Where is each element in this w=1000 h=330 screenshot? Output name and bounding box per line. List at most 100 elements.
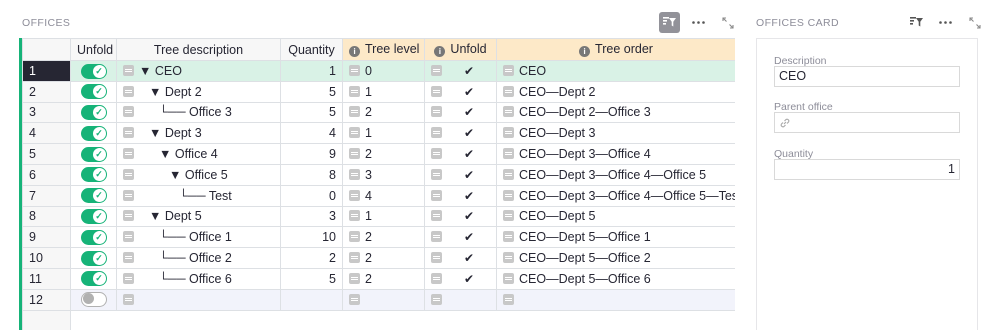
tree-order-cell[interactable]: CEO—Dept 3—Office 4—Office 5 <box>496 163 735 186</box>
unfold-toggle[interactable] <box>80 292 107 308</box>
unfold-toggle[interactable]: ✓ <box>80 105 107 121</box>
tree-description-cell[interactable]: └── Office 3 <box>116 101 281 124</box>
tree-level-cell[interactable]: 3 <box>342 163 425 186</box>
tree-level-cell[interactable]: 2 <box>342 101 425 124</box>
unfold-toggle-cell[interactable]: ✓ <box>70 267 117 290</box>
expand-button[interactable] <box>717 12 738 33</box>
row-number[interactable]: 9 <box>22 226 71 249</box>
quantity-cell[interactable]: 5 <box>280 80 343 103</box>
unfold-toggle[interactable]: ✓ <box>80 271 107 287</box>
table-row[interactable]: 4 ✓ ▼ Dept 3 4 1 ✔ CEO—Dept 3 <box>22 122 735 145</box>
tree-description-cell[interactable]: ▼ Dept 2 <box>116 80 281 103</box>
quantity-cell[interactable]: 3 <box>280 205 343 228</box>
column-header-tree-level[interactable]: i Tree level <box>342 38 425 61</box>
tree-level-cell[interactable]: 2 <box>342 143 425 165</box>
unfold-toggle-cell[interactable]: ✓ <box>70 122 117 145</box>
unfold-toggle[interactable]: ✓ <box>80 209 107 225</box>
tree-description-cell[interactable]: └── Office 6 <box>116 267 281 290</box>
tree-description-cell[interactable]: ▼ Dept 3 <box>116 122 281 145</box>
tree-order-cell[interactable]: CEO—Dept 2—Office 3 <box>496 101 735 124</box>
tree-level-cell[interactable]: 0 <box>342 60 425 82</box>
sort-filter-button[interactable] <box>659 12 680 33</box>
table-row[interactable]: 6 ✓ ▼ Office 5 8 3 ✔ CEO—Dept 3—Office 4—Offic… <box>22 163 735 186</box>
tree-order-cell[interactable]: CEO—Dept 5—Office 6 <box>496 267 735 290</box>
tree-description-cell[interactable] <box>116 288 281 311</box>
unfold-formula-cell[interactable]: ✔ <box>424 247 497 269</box>
tree-description-cell[interactable]: ▼ Office 5 <box>116 163 281 186</box>
unfold-formula-cell[interactable]: ✔ <box>424 143 497 165</box>
column-header-unfold[interactable]: Unfold <box>70 38 117 61</box>
tree-order-cell[interactable]: CEO—Dept 5 <box>496 205 735 228</box>
table-row[interactable]: 8 ✓ ▼ Dept 5 3 1 ✔ CEO—Dept 5 <box>22 205 735 228</box>
unfold-toggle-cell[interactable]: ✓ <box>70 226 117 249</box>
tree-level-cell[interactable]: 4 <box>342 184 425 207</box>
tree-level-cell[interactable] <box>342 288 425 311</box>
unfold-toggle[interactable]: ✓ <box>80 125 107 141</box>
unfold-formula-cell[interactable]: ✔ <box>424 122 497 145</box>
row-number[interactable]: 12 <box>22 288 71 311</box>
tree-order-cell[interactable]: CEO—Dept 5—Office 1 <box>496 226 735 249</box>
tree-order-cell[interactable]: CEO—Dept 3—Office 4—Office 5—Test <box>496 184 735 207</box>
quantity-cell[interactable]: 5 <box>280 101 343 124</box>
table-row[interactable]: 2 ✓ ▼ Dept 2 5 1 ✔ CEO—Dept 2 <box>22 80 735 103</box>
table-row[interactable]: 3 ✓ └── Office 3 5 2 ✔ CEO—Dept 2—Office 3 <box>22 101 735 124</box>
unfold-toggle[interactable]: ✓ <box>80 63 107 79</box>
quantity-cell[interactable]: 4 <box>280 122 343 145</box>
unfold-toggle-cell[interactable]: ✓ <box>70 205 117 228</box>
unfold-toggle-cell[interactable]: ✓ <box>70 247 117 269</box>
add-new-row[interactable]: 12 <box>22 288 735 311</box>
unfold-toggle-cell[interactable]: ✓ <box>70 184 117 207</box>
column-header-unfold-formula[interactable]: i Unfold <box>424 38 497 61</box>
row-number[interactable]: 4 <box>22 122 71 145</box>
card-expand-button[interactable] <box>964 12 985 33</box>
unfold-toggle[interactable]: ✓ <box>80 188 107 204</box>
row-number[interactable]: 11 <box>22 267 71 290</box>
tree-description-cell[interactable]: ▼ CEO <box>116 60 281 82</box>
tree-description-cell[interactable]: └── Office 2 <box>116 247 281 269</box>
unfold-toggle[interactable]: ✓ <box>80 146 107 162</box>
unfold-formula-cell[interactable]: ✔ <box>424 163 497 186</box>
quantity-cell[interactable]: 9 <box>280 143 343 165</box>
tree-level-cell[interactable]: 2 <box>342 267 425 290</box>
tree-level-cell[interactable]: 1 <box>342 122 425 145</box>
tree-level-cell[interactable]: 2 <box>342 247 425 269</box>
table-row[interactable]: 7 ✓ └── Test 0 4 ✔ CEO—Dept 3—Office 4—Office … <box>22 184 735 207</box>
quantity-cell[interactable]: 10 <box>280 226 343 249</box>
unfold-toggle[interactable]: ✓ <box>80 167 107 183</box>
tree-level-cell[interactable]: 2 <box>342 226 425 249</box>
row-number[interactable]: 3 <box>22 101 71 124</box>
card-more-button[interactable] <box>935 12 956 33</box>
unfold-formula-cell[interactable]: ✔ <box>424 205 497 228</box>
unfold-formula-cell[interactable]: ✔ <box>424 60 497 82</box>
column-header-tree-order[interactable]: i Tree order <box>496 38 735 61</box>
table-row[interactable]: 1 ✓ ▼ CEO 1 0 ✔ CEO <box>22 60 735 82</box>
unfold-formula-cell[interactable]: ✔ <box>424 184 497 207</box>
quantity-cell[interactable]: 8 <box>280 163 343 186</box>
unfold-formula-cell[interactable]: ✔ <box>424 101 497 124</box>
unfold-toggle-cell[interactable]: ✓ <box>70 80 117 103</box>
row-number[interactable]: 2 <box>22 80 71 103</box>
tree-order-cell[interactable]: CEO—Dept 2 <box>496 80 735 103</box>
row-number[interactable]: 6 <box>22 163 71 186</box>
unfold-formula-cell[interactable]: ✔ <box>424 226 497 249</box>
tree-level-cell[interactable]: 1 <box>342 205 425 228</box>
row-number-header[interactable] <box>22 38 71 61</box>
tree-order-cell[interactable]: CEO—Dept 3—Office 4 <box>496 143 735 165</box>
card-sort-filter-button[interactable] <box>906 12 927 33</box>
unfold-toggle-cell[interactable]: ✓ <box>70 143 117 165</box>
table-row[interactable]: 10 ✓ └── Office 2 2 2 ✔ CEO—Dept 5—Office 2 <box>22 247 735 269</box>
quantity-cell[interactable]: 5 <box>280 267 343 290</box>
tree-level-cell[interactable]: 1 <box>342 80 425 103</box>
tree-order-cell[interactable]: CEO—Dept 3 <box>496 122 735 145</box>
tree-description-cell[interactable]: ▼ Dept 5 <box>116 205 281 228</box>
row-number[interactable]: 1 <box>22 60 71 82</box>
table-row[interactable]: 9 ✓ └── Office 1 10 2 ✔ CEO—Dept 5—Office 1 <box>22 226 735 249</box>
unfold-toggle[interactable]: ✓ <box>80 250 107 266</box>
row-number[interactable]: 10 <box>22 247 71 269</box>
quantity-cell[interactable]: 2 <box>280 247 343 269</box>
tree-description-cell[interactable]: ▼ Office 4 <box>116 143 281 165</box>
tree-description-cell[interactable]: └── Test <box>116 184 281 207</box>
table-row[interactable]: 11 ✓ └── Office 6 5 2 ✔ CEO—Dept 5—Office 6 <box>22 267 735 290</box>
table-row[interactable]: 5 ✓ ▼ Office 4 9 2 ✔ CEO—Dept 3—Office 4 <box>22 143 735 165</box>
tree-order-cell[interactable]: CEO <box>496 60 735 82</box>
